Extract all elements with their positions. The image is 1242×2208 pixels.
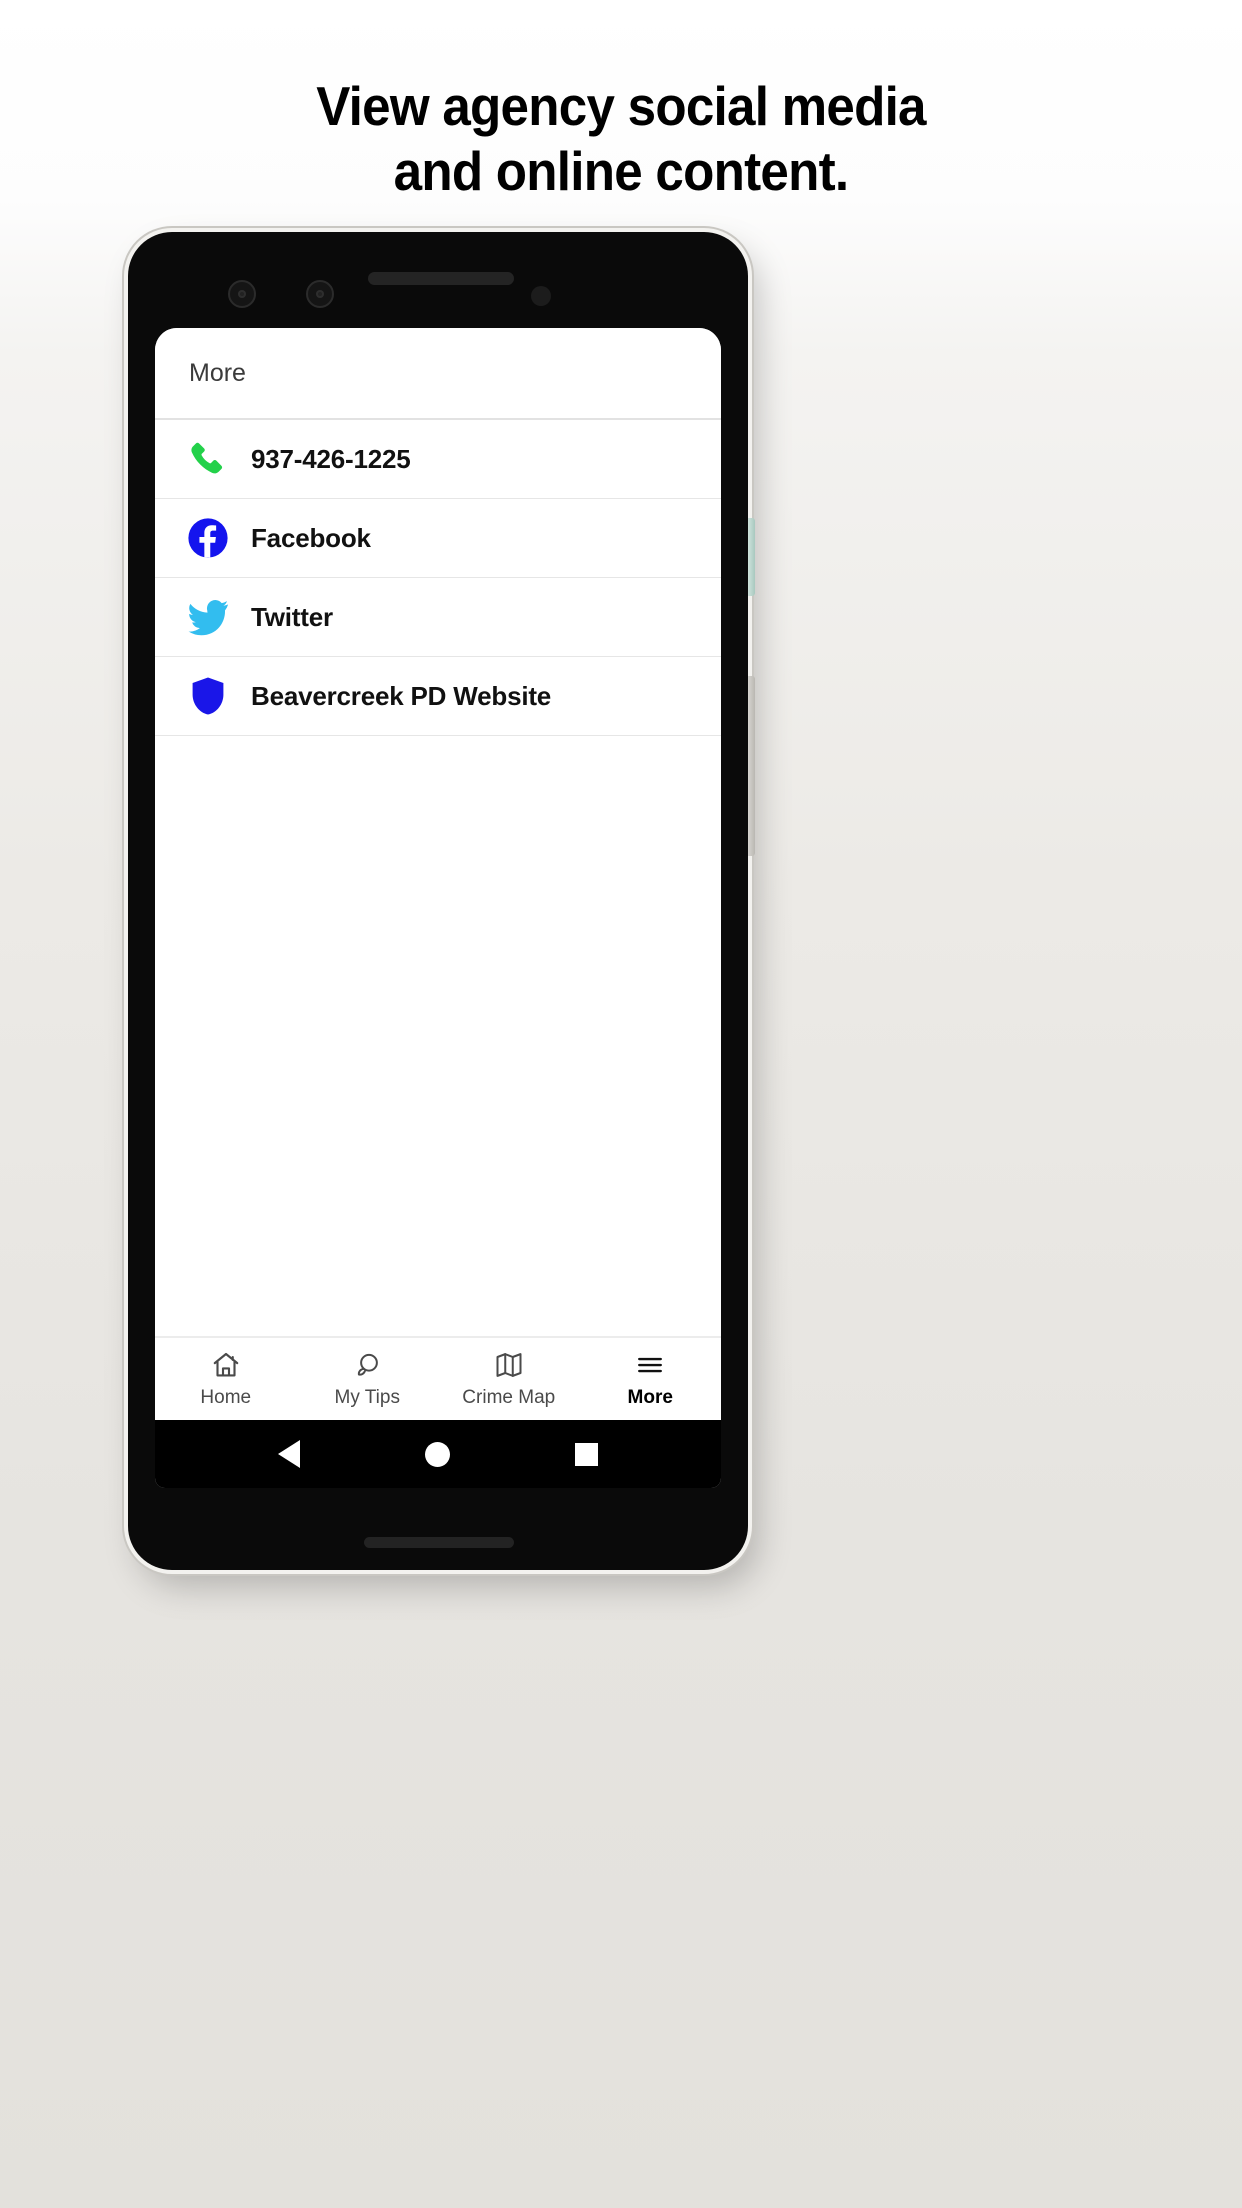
tab-label: More [627,1386,673,1408]
promo-headline: View agency social media and online cont… [43,74,1198,204]
list-item-phone[interactable]: 937-426-1225 [155,420,721,499]
tab-my-tips[interactable]: My Tips [297,1338,439,1420]
phone-screen: More 937-426-1225 Facebook Twitter Beave… [155,328,721,1488]
bottom-tab-bar: Home My Tips Crime Map More [155,1336,721,1420]
home-icon [211,1350,241,1381]
tab-label: Crime Map [462,1386,556,1408]
tab-label: Home [200,1386,252,1408]
hamburger-icon [635,1350,665,1381]
twitter-icon [177,596,239,638]
facebook-icon [177,517,239,559]
list-item-label: Facebook [251,522,371,553]
page-title: More [189,358,246,387]
volume-button[interactable] [748,676,755,856]
front-camera-secondary-icon [306,280,334,308]
back-triangle-icon[interactable] [277,1440,300,1468]
tab-home[interactable]: Home [155,1338,297,1420]
list-item-label: 937-426-1225 [251,443,411,474]
list-item-label: Beavercreek PD Website [251,680,552,711]
tab-more[interactable]: More [580,1338,722,1420]
android-system-nav [155,1420,721,1488]
recents-square-icon[interactable] [575,1442,599,1466]
tab-crime-map[interactable]: Crime Map [438,1338,580,1420]
chat-icon [352,1350,382,1381]
list-item-website[interactable]: Beavercreek PD Website [155,657,721,736]
headline-line-1: View agency social media [316,75,926,137]
shield-icon [177,675,239,717]
phone-icon [177,439,239,479]
more-options-list: 937-426-1225 Facebook Twitter Beavercree… [155,420,721,1336]
list-item-twitter[interactable]: Twitter [155,578,721,657]
power-button[interactable] [748,518,755,596]
promo-screenshot: View agency social media and online cont… [0,0,1242,2208]
proximity-sensor-icon [531,286,551,306]
headline-line-2: and online content. [393,139,849,202]
list-item-facebook[interactable]: Facebook [155,499,721,578]
earpiece-speaker [368,272,514,285]
map-icon [494,1350,524,1381]
tab-label: My Tips [334,1386,400,1408]
app-header: More [155,328,721,420]
home-circle-icon[interactable] [424,1441,450,1467]
list-item-label: Twitter [251,601,333,632]
front-camera-icon [228,280,256,308]
phone-device-mockup: More 937-426-1225 Facebook Twitter Beave… [128,232,755,1570]
bottom-speaker-grille [364,1537,514,1548]
